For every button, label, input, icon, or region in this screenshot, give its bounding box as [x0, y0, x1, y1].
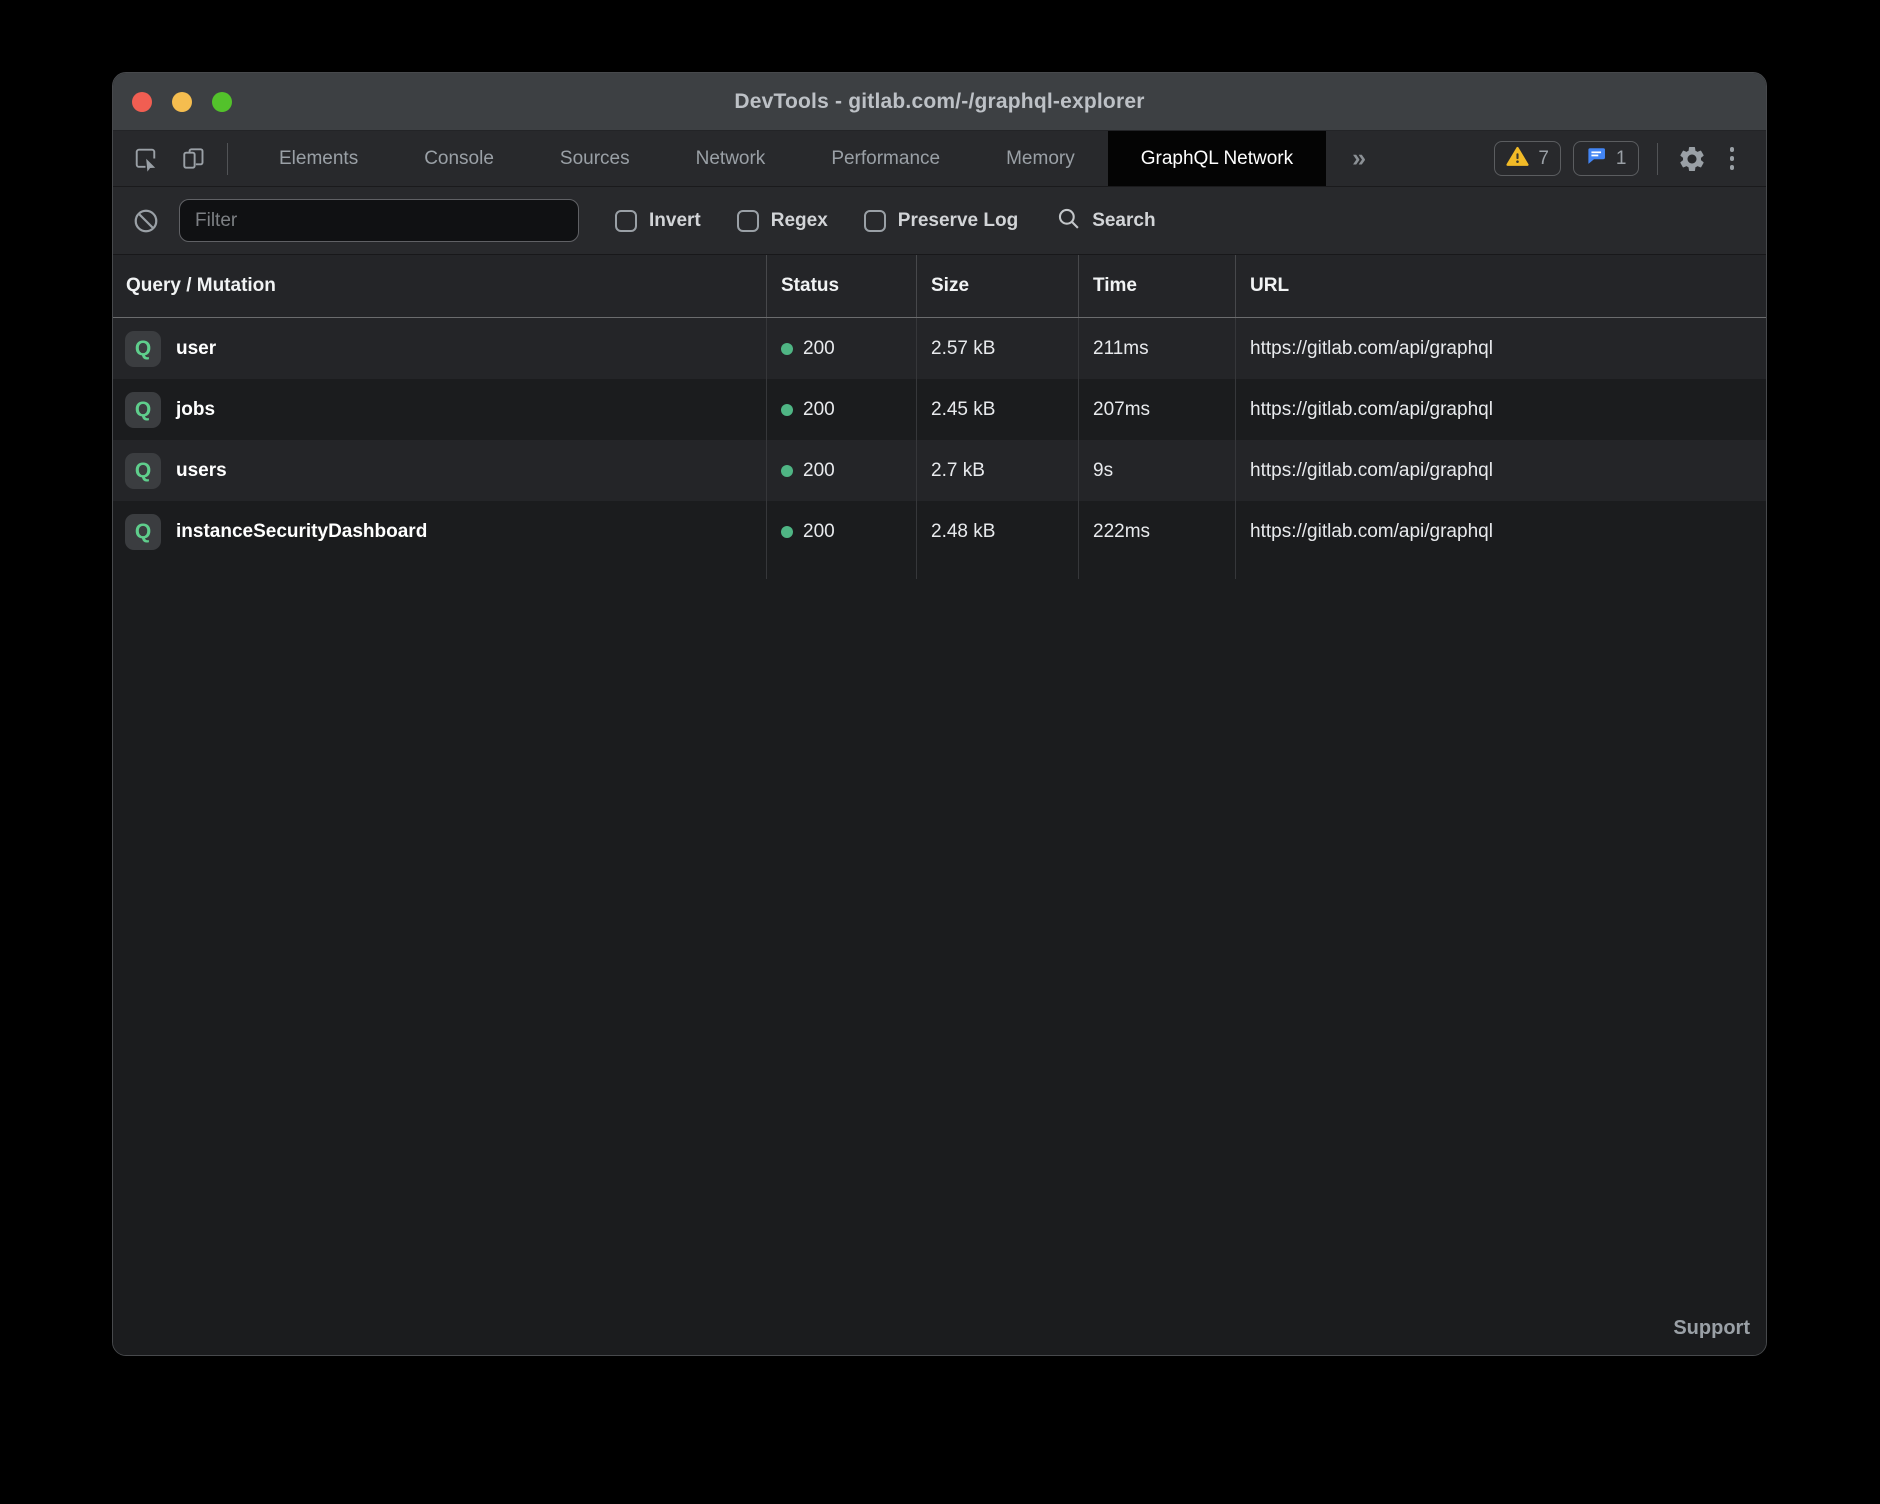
table-row[interactable]: Q jobs 200 2.45 kB 207ms https://gitlab.… — [113, 379, 1766, 440]
kebab-menu-icon[interactable] — [1720, 147, 1745, 170]
column-header-status[interactable]: Status — [767, 255, 917, 317]
window-title: DevTools - gitlab.com/-/graphql-explorer — [734, 90, 1144, 114]
status-ok-dot — [781, 526, 793, 538]
column-header-url[interactable]: URL — [1236, 255, 1766, 317]
requests-table-body: Q user 200 2.57 kB 211ms https://gitlab.… — [113, 318, 1766, 1355]
support-link[interactable]: Support — [1673, 1317, 1750, 1340]
filter-toolbar: Invert Regex Preserve Log Search — [113, 187, 1766, 255]
preserve-log-label: Preserve Log — [898, 210, 1018, 232]
inspect-element-icon[interactable] — [129, 143, 161, 175]
response-size: 2.7 kB — [917, 440, 1079, 501]
query-name: jobs — [176, 399, 215, 421]
status-code: 200 — [803, 338, 835, 360]
query-name: user — [176, 338, 216, 360]
regex-label: Regex — [771, 210, 828, 232]
preserve-log-checkbox-group[interactable]: Preserve Log — [864, 210, 1018, 232]
query-type-badge: Q — [125, 453, 161, 489]
tab-elements[interactable]: Elements — [246, 131, 391, 186]
toolbar-left-icons — [113, 131, 209, 186]
warning-icon — [1506, 146, 1529, 172]
regex-checkbox-group[interactable]: Regex — [737, 210, 828, 232]
panel-tabs: Elements Console Sources Network Perform… — [246, 131, 1326, 186]
status-ok-dot — [781, 404, 793, 416]
warnings-count: 7 — [1538, 148, 1549, 170]
query-name: instanceSecurityDashboard — [176, 521, 427, 543]
response-size: 2.45 kB — [917, 379, 1079, 440]
devtools-window: DevTools - gitlab.com/-/graphql-explorer… — [112, 72, 1767, 1356]
minimize-window-button[interactable] — [172, 92, 192, 112]
status-ok-dot — [781, 343, 793, 355]
response-time: 9s — [1079, 440, 1236, 501]
search-label: Search — [1092, 210, 1155, 232]
filter-input[interactable] — [179, 199, 579, 242]
device-toolbar-icon[interactable] — [177, 143, 209, 175]
query-type-badge: Q — [125, 514, 161, 550]
table-row[interactable]: Q user 200 2.57 kB 211ms https://gitlab.… — [113, 318, 1766, 379]
messages-count: 1 — [1616, 148, 1627, 170]
tab-graphql-network[interactable]: GraphQL Network — [1108, 131, 1326, 186]
devtools-tab-bar: Elements Console Sources Network Perform… — [113, 131, 1766, 187]
search-icon — [1056, 206, 1081, 236]
request-url: https://gitlab.com/api/graphql — [1236, 379, 1766, 440]
query-type-badge: Q — [125, 392, 161, 428]
invert-checkbox-group[interactable]: Invert — [615, 210, 701, 232]
status-code: 200 — [803, 521, 835, 543]
controls-divider — [1657, 143, 1658, 175]
response-time: 222ms — [1079, 501, 1236, 562]
request-url: https://gitlab.com/api/graphql — [1236, 318, 1766, 379]
regex-checkbox[interactable] — [737, 210, 759, 232]
tab-performance[interactable]: Performance — [798, 131, 973, 186]
tab-sources[interactable]: Sources — [527, 131, 663, 186]
query-name: users — [176, 460, 227, 482]
status-ok-dot — [781, 465, 793, 477]
tab-memory[interactable]: Memory — [973, 131, 1108, 186]
toolbar-divider — [227, 143, 228, 175]
preserve-log-checkbox[interactable] — [864, 210, 886, 232]
response-size: 2.48 kB — [917, 501, 1079, 562]
response-size: 2.57 kB — [917, 318, 1079, 379]
column-divider-tails — [113, 562, 1766, 579]
table-row[interactable]: Q users 200 2.7 kB 9s https://gitlab.com… — [113, 440, 1766, 501]
title-bar: DevTools - gitlab.com/-/graphql-explorer — [113, 73, 1766, 131]
zoom-window-button[interactable] — [212, 92, 232, 112]
search-button[interactable]: Search — [1056, 206, 1155, 236]
table-row[interactable]: Q instanceSecurityDashboard 200 2.48 kB … — [113, 501, 1766, 562]
response-time: 211ms — [1079, 318, 1236, 379]
table-header: Query / Mutation Status Size Time URL — [113, 255, 1766, 318]
tab-console[interactable]: Console — [391, 131, 527, 186]
request-url: https://gitlab.com/api/graphql — [1236, 440, 1766, 501]
chat-bubble-icon — [1585, 145, 1607, 172]
column-header-query-mutation[interactable]: Query / Mutation — [113, 255, 767, 317]
settings-gear-icon[interactable] — [1676, 143, 1708, 175]
clear-ban-icon[interactable] — [131, 206, 161, 236]
column-header-time[interactable]: Time — [1079, 255, 1236, 317]
status-code: 200 — [803, 460, 835, 482]
tab-network[interactable]: Network — [663, 131, 799, 186]
traffic-lights — [132, 73, 232, 130]
request-url: https://gitlab.com/api/graphql — [1236, 501, 1766, 562]
tab-bar-right-controls: 7 1 — [1494, 131, 1766, 186]
query-type-badge: Q — [125, 331, 161, 367]
response-time: 207ms — [1079, 379, 1236, 440]
invert-checkbox[interactable] — [615, 210, 637, 232]
close-window-button[interactable] — [132, 92, 152, 112]
invert-label: Invert — [649, 210, 701, 232]
status-code: 200 — [803, 399, 835, 421]
column-header-size[interactable]: Size — [917, 255, 1079, 317]
warnings-badge[interactable]: 7 — [1494, 141, 1561, 176]
messages-badge[interactable]: 1 — [1573, 141, 1639, 176]
more-tabs-chevron[interactable]: » — [1326, 131, 1392, 186]
